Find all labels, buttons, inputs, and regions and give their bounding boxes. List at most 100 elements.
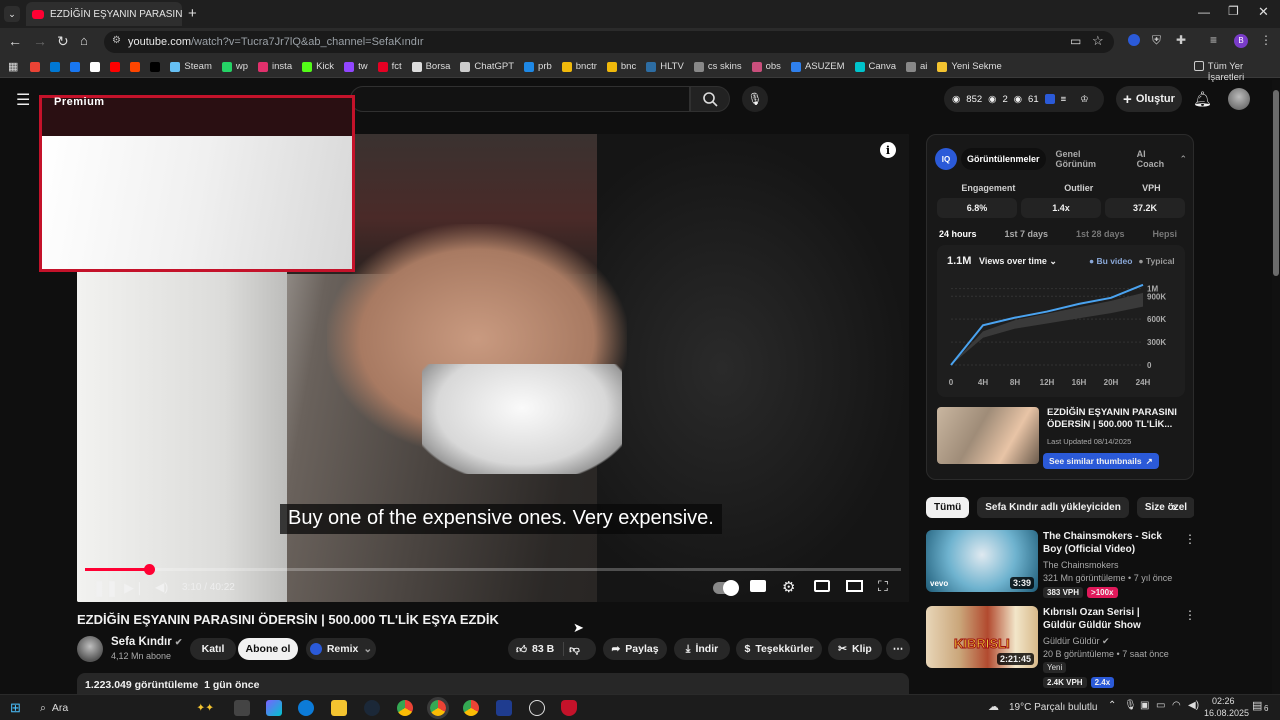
range-all[interactable]: Hepsi: [1152, 229, 1177, 239]
tray-app-icon[interactable]: ▣: [1140, 700, 1149, 711]
recommendation-item[interactable]: vevo 3:39 The Chainsmokers - Sick Boy (O…: [926, 530, 1196, 598]
forward-icon[interactable]: →: [33, 33, 47, 49]
minimize-icon[interactable]: —: [1198, 5, 1210, 19]
close-window-icon[interactable]: ✕: [1258, 4, 1269, 20]
url-field[interactable]: ⚙ youtube.com/watch?v=Tucra7Jr7lQ&ab_cha…: [104, 31, 1114, 53]
bookmark-item[interactable]: tw: [344, 61, 368, 72]
tab-overview[interactable]: Genel Görünüm: [1050, 148, 1119, 170]
rec-menu-icon[interactable]: ⋮: [1184, 532, 1196, 546]
bookmark-item[interactable]: obs: [751, 61, 781, 72]
wifi-icon[interactable]: ◠: [1172, 700, 1181, 711]
account-avatar[interactable]: [1228, 88, 1250, 110]
apps-grid-icon[interactable]: ▦: [8, 60, 18, 73]
next-icon[interactable]: ▶❘: [124, 580, 145, 596]
create-button[interactable]: + Oluştur: [1116, 86, 1182, 112]
bookmark-item[interactable]: [50, 61, 61, 72]
range-24h[interactable]: 24 hours: [939, 229, 977, 239]
subscribe-button[interactable]: Abone ol: [238, 638, 298, 660]
fullscreen-icon[interactable]: ⛶: [878, 578, 888, 595]
chrome-icon[interactable]: [397, 700, 413, 716]
tray-chevron-icon[interactable]: ⌃: [1108, 700, 1116, 711]
chip-from-uploader[interactable]: Sefa Kındır adlı yükleyiciden: [977, 496, 1129, 518]
shield-icon[interactable]: ⛨: [1152, 33, 1161, 48]
thanks-button[interactable]: $ Teşekkürler: [736, 638, 822, 660]
obs-icon[interactable]: [529, 700, 545, 716]
miniplayer-icon[interactable]: [814, 580, 830, 592]
task-view-icon[interactable]: [234, 700, 250, 716]
pause-icon[interactable]: ❚❚: [93, 579, 118, 597]
bookmark-item[interactable]: [150, 61, 161, 72]
tab-active[interactable]: EZDİĞİN EŞYANIN PARASINI ◀) ✕: [26, 2, 182, 26]
bookmark-item[interactable]: wp: [221, 61, 248, 72]
bookmark-item[interactable]: Canva: [854, 61, 896, 72]
clip-button[interactable]: ✂ Klip: [828, 638, 882, 660]
bookmark-item[interactable]: ai: [906, 61, 927, 72]
description-box[interactable]: 1.223.049 görüntüleme 1 gün önce: [77, 673, 909, 695]
rec-menu-icon[interactable]: ⋮: [1184, 608, 1196, 622]
bookmark-item[interactable]: Kick: [302, 61, 334, 72]
shield-app-icon[interactable]: [561, 700, 577, 716]
tab-ai-coach[interactable]: AI Coach: [1131, 148, 1176, 170]
recommendation-item[interactable]: KIBRISLI 2:21:45 Kıbrıslı Ozan Serisi | …: [926, 606, 1196, 688]
channel-avatar[interactable]: [77, 636, 103, 662]
home-icon[interactable]: ⌂: [80, 33, 88, 48]
taskbar-search[interactable]: ⌕ Ara ✦✦: [34, 698, 214, 718]
progress-scrubber[interactable]: [143, 564, 155, 575]
scrollbar-thumb[interactable]: [1273, 90, 1279, 276]
cast-icon[interactable]: ▭: [1070, 34, 1081, 48]
bookmark-item[interactable]: insta: [258, 61, 292, 72]
channel-name[interactable]: Sefa Kındır ✔: [111, 636, 182, 648]
profile-avatar[interactable]: B: [1234, 34, 1248, 48]
chrome-menu-icon[interactable]: ⋮: [1260, 33, 1272, 47]
volume-icon[interactable]: ◀): [155, 580, 168, 594]
bookmark-item[interactable]: cs skins: [693, 61, 742, 72]
see-similar-thumbnails-button[interactable]: See similar thumbnails ↗: [1043, 453, 1159, 469]
bookmark-item[interactable]: [70, 61, 81, 72]
chrome-profile-icon[interactable]: [463, 700, 479, 716]
chip-all[interactable]: Tümü: [926, 496, 970, 518]
bookmark-item[interactable]: bnctr: [561, 61, 597, 72]
bookmark-item[interactable]: [90, 61, 101, 72]
bookmark-item[interactable]: fct: [377, 61, 402, 72]
network-icon[interactable]: ▭: [1156, 700, 1165, 711]
site-info-icon[interactable]: ⚙: [112, 35, 121, 46]
notifications-bell-icon[interactable]: 🔔︎: [1193, 90, 1212, 108]
page-scrollbar[interactable]: [1272, 80, 1280, 694]
extensions-puzzle-icon[interactable]: ✚: [1176, 33, 1186, 47]
bookmark-item[interactable]: prb: [524, 61, 552, 72]
chrome-active-icon[interactable]: [427, 697, 449, 719]
range-7d[interactable]: 1st 7 days: [1004, 229, 1048, 239]
chip-for-you[interactable]: Size özel: [1136, 496, 1194, 518]
subtitles-icon[interactable]: [750, 580, 766, 592]
rec-thumbnail[interactable]: vevo 3:39: [926, 530, 1038, 592]
clock-date[interactable]: 16.08.2025: [1204, 708, 1249, 718]
rec-thumbnail[interactable]: KIBRISLI 2:21:45: [926, 606, 1038, 668]
edge-icon[interactable]: [298, 700, 314, 716]
bookmark-item[interactable]: ASUZEM: [790, 61, 845, 72]
settings-gear-icon[interactable]: ⚙: [782, 578, 795, 596]
theater-mode-icon[interactable]: [846, 580, 863, 592]
like-icon[interactable]: 👍︎: [516, 643, 527, 656]
extension-icon[interactable]: [1128, 34, 1140, 46]
range-28d[interactable]: 1st 28 days: [1076, 229, 1125, 239]
download-button[interactable]: ⤓ İndir: [674, 638, 730, 660]
steam-icon[interactable]: [364, 700, 380, 716]
app-icon[interactable]: [496, 700, 512, 716]
search-button[interactable]: [690, 86, 730, 112]
remix-button[interactable]: Remix ⌄: [306, 638, 376, 660]
bookmark-item[interactable]: HLTV: [646, 61, 684, 72]
bookmark-star-icon[interactable]: ☆: [1092, 33, 1104, 49]
bookmark-item[interactable]: Steam: [170, 61, 212, 72]
join-button[interactable]: Katıl: [190, 638, 236, 660]
bookmark-item[interactable]: Borsa: [411, 61, 450, 72]
notification-icon[interactable]: ▤: [1252, 699, 1262, 712]
bookmark-item[interactable]: Yeni Sekme: [937, 61, 1002, 72]
voice-search-button[interactable]: 🎙: [742, 86, 768, 112]
copilot-icon[interactable]: [266, 700, 282, 716]
windows-start-icon[interactable]: ⊞: [10, 700, 21, 716]
mic-tray-icon[interactable]: 🎙: [1124, 700, 1137, 711]
bookmark-item[interactable]: [110, 61, 121, 72]
collapse-icon[interactable]: ⌃: [1179, 154, 1187, 165]
autoplay-toggle[interactable]: [713, 580, 739, 596]
share-button[interactable]: ➦ Paylaş: [603, 638, 667, 660]
